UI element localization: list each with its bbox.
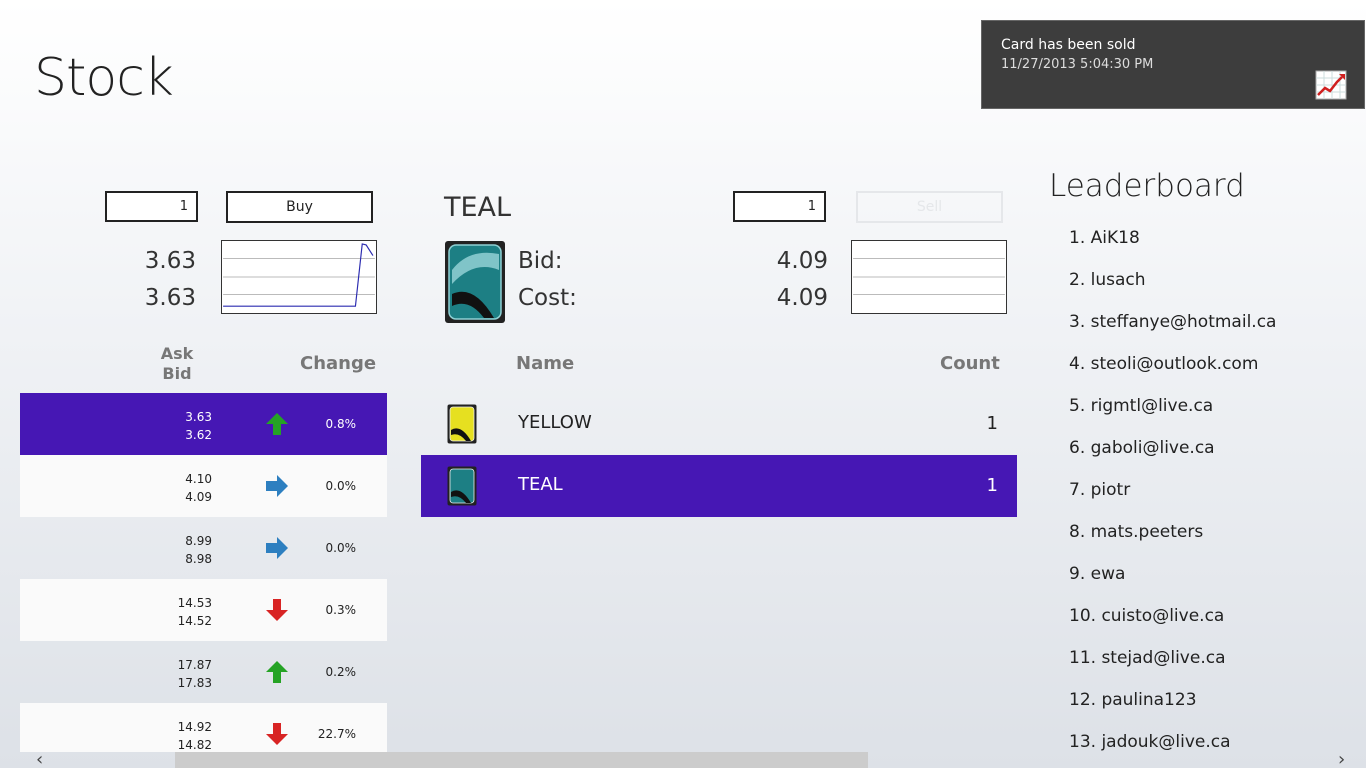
- market-row[interactable]: 8.99 8.98 0.0%: [20, 517, 387, 579]
- leaderboard-entry: 11. stejad@live.ca: [1069, 648, 1226, 668]
- leaderboard-entry: 9. ewa: [1069, 564, 1126, 584]
- market-row[interactable]: 3.63 3.62 0.8%: [20, 393, 387, 455]
- card-name-cell: TEAL: [518, 474, 563, 495]
- ask-value: 14.53: [177, 596, 212, 610]
- ask-bid-values: 17.87 17.83: [160, 656, 212, 692]
- ask-bid-values: 3.63 3.62: [160, 408, 212, 444]
- card-name-cell: YELLOW: [518, 412, 592, 433]
- horizontal-scrollbar-thumb[interactable]: [175, 752, 868, 768]
- card-bid-value: 4.09: [776, 248, 828, 274]
- change-percent: 0.8%: [325, 417, 357, 431]
- arrow-right-icon: [266, 537, 288, 559]
- bid-label: Bid:: [518, 248, 563, 274]
- toast-title: Card has been sold: [1001, 37, 1136, 53]
- leaderboard-entry: 3. steffanye@hotmail.ca: [1069, 312, 1277, 332]
- scroll-left-icon[interactable]: ‹: [36, 749, 43, 770]
- ask-value: 17.87: [177, 658, 212, 672]
- leaderboard-entry: 7. piotr: [1069, 480, 1131, 500]
- leaderboard-entry: 1. AiK18: [1069, 228, 1140, 248]
- scroll-right-icon[interactable]: ›: [1338, 749, 1345, 770]
- change-percent: 0.0%: [325, 541, 357, 555]
- market-row[interactable]: 17.87 17.83 0.2%: [20, 641, 387, 703]
- card-cost-value: 4.09: [776, 285, 828, 311]
- arrow-up-icon: [266, 413, 288, 435]
- ask-bid-values: 4.10 4.09: [160, 470, 212, 506]
- leaderboard-entry: 8. mats.peeters: [1069, 522, 1204, 542]
- leaderboard-entry: 13. jadouk@live.ca: [1069, 732, 1231, 752]
- ask-value: 14.92: [177, 720, 212, 734]
- leaderboard-title: Leaderboard: [1049, 168, 1245, 204]
- price-history-chart: [221, 240, 377, 314]
- name-column-header: Name: [516, 353, 575, 374]
- market-row[interactable]: 4.10 4.09 0.0%: [20, 455, 387, 517]
- buy-quantity-input[interactable]: 1: [105, 191, 198, 222]
- arrow-up-icon: [266, 661, 288, 683]
- leaderboard-entry: 5. rigmtl@live.ca: [1069, 396, 1214, 416]
- ask-bid-header: Ask Bid: [150, 344, 204, 384]
- bid-price: 3.63: [144, 285, 196, 311]
- change-header: Change: [300, 353, 377, 374]
- bid-value: 3.62: [185, 428, 212, 442]
- leaderboard-entry: 12. paulina123: [1069, 690, 1197, 710]
- bid-value: 8.98: [185, 552, 212, 566]
- leaderboard-entry: 4. steoli@outlook.com: [1069, 354, 1259, 374]
- ask-header: Ask: [160, 344, 194, 363]
- card-thumbnail-icon: [447, 404, 477, 444]
- teal-card-icon: [445, 241, 505, 323]
- ask-bid-values: 14.92 14.82: [160, 718, 212, 754]
- page-title: Stock: [34, 48, 174, 108]
- toast-timestamp: 11/27/2013 5:04:30 PM: [1001, 57, 1154, 72]
- sell-button[interactable]: Sell: [856, 191, 1003, 223]
- ask-bid-values: 8.99 8.98: [160, 532, 212, 568]
- chart-up-icon: [1315, 70, 1347, 100]
- card-name: TEAL: [444, 192, 512, 223]
- leaderboard-entry: 2. lusach: [1069, 270, 1146, 290]
- card-list-row[interactable]: TEAL 1: [421, 455, 1017, 517]
- toast-notification[interactable]: Card has been sold 11/27/2013 5:04:30 PM: [981, 20, 1365, 109]
- change-percent: 22.7%: [317, 727, 356, 741]
- ask-value: 8.99: [185, 534, 212, 548]
- arrow-right-icon: [266, 475, 288, 497]
- bid-value: 17.83: [177, 676, 212, 690]
- leaderboard-entry: 10. cuisto@live.ca: [1069, 606, 1225, 626]
- buy-button[interactable]: Buy: [226, 191, 373, 223]
- card-price-chart: [851, 240, 1007, 314]
- sell-quantity-input[interactable]: 1: [733, 191, 826, 222]
- leaderboard-entry: 6. gaboli@live.ca: [1069, 438, 1215, 458]
- bid-value: 14.52: [177, 614, 212, 628]
- change-percent: 0.3%: [325, 603, 357, 617]
- bid-header: Bid: [162, 364, 192, 383]
- price-line: [223, 243, 374, 307]
- arrow-down-icon: [266, 599, 288, 621]
- card-list-row[interactable]: YELLOW 1: [421, 393, 1017, 455]
- card-count-cell: 1: [986, 413, 998, 434]
- change-percent: 0.2%: [325, 665, 357, 679]
- bid-value: 4.09: [185, 490, 212, 504]
- ask-value: 4.10: [185, 472, 212, 486]
- ask-value: 3.63: [185, 410, 212, 424]
- count-column-header: Count: [940, 353, 1000, 374]
- arrow-down-icon: [266, 723, 288, 745]
- card-thumbnail-icon: [447, 466, 477, 506]
- market-row[interactable]: 14.53 14.52 0.3%: [20, 579, 387, 641]
- cost-label: Cost:: [518, 285, 577, 311]
- card-count-cell: 1: [986, 475, 998, 496]
- ask-bid-values: 14.53 14.52: [160, 594, 212, 630]
- market-row[interactable]: 14.92 14.82 22.7%: [20, 703, 387, 752]
- ask-price: 3.63: [144, 248, 196, 274]
- change-percent: 0.0%: [325, 479, 357, 493]
